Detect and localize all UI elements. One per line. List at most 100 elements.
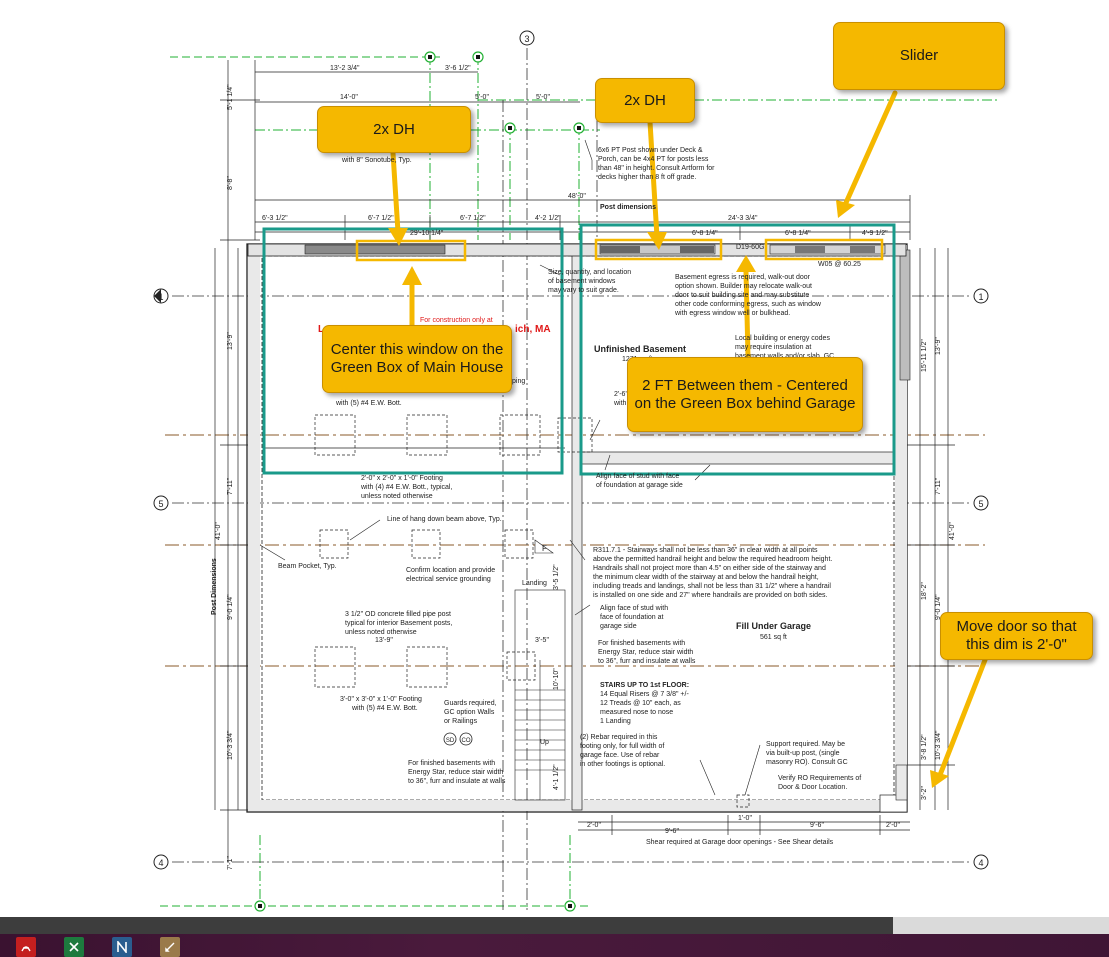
- dim-text: 4'-1 1/2": [553, 764, 560, 790]
- grid-label: 3: [524, 34, 529, 44]
- dim-text: 9'-0 1/4": [227, 594, 234, 620]
- note-text: Porch, can be 4x4 PT for posts less: [598, 156, 709, 163]
- dim-text: 7'-11": [227, 477, 234, 495]
- room-label: Fill Under Garage: [736, 621, 811, 631]
- callout-center-window: Center this window on the Green Box of M…: [322, 325, 512, 393]
- dim-text: 13'-9": [227, 332, 234, 350]
- dim-text: 4'-2 1/2": [535, 215, 561, 222]
- note-text: or Railings: [444, 718, 478, 725]
- code-note: is installed on one side and 27" where h…: [593, 592, 827, 599]
- app-n-icon[interactable]: [112, 937, 132, 957]
- dim-text: 9'-6": [665, 828, 679, 835]
- sd-label: SD: [446, 738, 455, 744]
- grid-bubble-1-right: 1: [973, 288, 989, 304]
- note-text: footing only, for full width of: [580, 743, 664, 750]
- note-text: Align face of stud with face: [596, 473, 679, 480]
- window-tag: D19-60G: [736, 244, 764, 251]
- excel-icon[interactable]: [64, 937, 84, 957]
- note-text: Size, quantity, and location: [548, 269, 631, 276]
- note-text: Landing: [522, 580, 547, 587]
- dim-text: 6'-3 1/2": [262, 215, 288, 222]
- dim-text: 41'-0": [215, 522, 222, 540]
- grid-bubble-1-left: 1: [153, 288, 169, 304]
- note-text: STAIRS UP TO 1st FLOOR:: [600, 682, 689, 689]
- dim-text: 13'-9": [375, 637, 393, 644]
- note-text: GC option Walls: [444, 709, 495, 716]
- dim-text: 3'-2": [921, 786, 928, 800]
- note-text: with egress window well or bulkhead.: [674, 310, 790, 317]
- dim-text: 29'-10 1/4": [410, 230, 444, 237]
- dim-text: 10'-3 3/4": [227, 730, 234, 760]
- grid-label: 1: [158, 292, 163, 302]
- dim-text: 1'-0": [738, 815, 752, 822]
- dim-text: 41'-0": [949, 522, 956, 540]
- note-text: measured nose to nose: [600, 709, 673, 716]
- note-text: 3 1/2" OD concrete filled pipe post: [345, 611, 451, 618]
- callout-slider: Slider: [833, 22, 1005, 90]
- dim-text: 5'-0": [536, 94, 550, 101]
- stair-tag: F: [542, 544, 547, 553]
- floor-plan-drawing: 1 1 5 5 4 4 3 13'-2 3/4" 3'-6 1/2" 14'-0…: [153, 30, 1000, 912]
- dim-text: 5'-0": [475, 94, 489, 101]
- co-label: CO: [462, 738, 471, 744]
- dim-text: 6'-7 1/2": [460, 215, 486, 222]
- note-text: Line of hang down beam above, Typ.: [387, 516, 502, 523]
- note-text: with: [613, 400, 627, 407]
- dim-text: 24'-3 3/4": [728, 215, 758, 222]
- note-text: unless noted otherwise: [361, 493, 433, 500]
- dim-text: 3'-6 1/2": [445, 65, 471, 72]
- dim-text: 10'-3 3/4": [935, 730, 942, 760]
- app-pencil-icon[interactable]: [160, 937, 180, 957]
- note-text: may vary to suit grade.: [548, 287, 619, 294]
- grid-label: 4: [978, 858, 983, 868]
- note-text: than 48" in height. Consult Artform for: [598, 165, 715, 172]
- note-text: For finished basements with: [598, 640, 685, 647]
- callout-move-door: Move door so that this dim is 2'-0": [940, 612, 1093, 660]
- dim-text: 3'-5": [535, 637, 549, 644]
- dim-text: 9'-6": [810, 822, 824, 829]
- code-note: R311.7.1 - Stairways shall not be less t…: [593, 547, 818, 554]
- grid-bubble-4-right: 4: [973, 854, 989, 870]
- callout-2x-dh-garage: 2x DH: [595, 78, 695, 123]
- note-text: garage face. Use of rebar: [580, 752, 660, 759]
- callout-2ft-between: 2 FT Between them - Centered on the Gree…: [627, 357, 863, 432]
- window-tag: W05 @ 60.25: [818, 261, 861, 268]
- note-text: to 36", furr and insulate at walls: [598, 658, 696, 665]
- callout-2x-dh-main: 2x DH: [317, 106, 471, 153]
- note-text: Align face of stud with: [600, 605, 668, 612]
- note-text: with (4) #4 E.W. Bott., typical,: [360, 484, 452, 491]
- note-text: 6x6 PT Post shown under Deck &: [598, 147, 703, 154]
- dim-text: 7'-11": [935, 477, 942, 495]
- note-text: option shown. Builder may relocate walk-…: [675, 283, 812, 290]
- note-text: ping: [512, 378, 525, 385]
- dim-text: Post Dimensions: [211, 558, 218, 615]
- dim-text: 2'-0": [886, 822, 900, 829]
- grid-label: 4: [158, 858, 163, 868]
- grid-bubble-5-left: 5: [153, 495, 169, 511]
- red-note: For construction only at: [420, 317, 493, 324]
- scrollbar-thumb[interactable]: [0, 917, 893, 934]
- note-text: Basement egress is required, walk-out do…: [675, 274, 811, 281]
- note-text: with 8" Sonotube, Typ.: [341, 157, 412, 164]
- note-text: decks higher than 8 ft off grade.: [598, 174, 696, 181]
- note-text: face of foundation at: [600, 614, 663, 621]
- note-text: other code conforming egress, such as wi…: [675, 301, 822, 308]
- grid-bubble-5-right: 5: [973, 495, 989, 511]
- room-area: 561 sq ft: [760, 634, 787, 641]
- code-note: above the permitted handrail height and …: [593, 556, 832, 563]
- dim-text: 6'-7 1/2": [368, 215, 394, 222]
- grid-label: 1: [978, 292, 983, 302]
- grid-label: 5: [978, 499, 983, 509]
- note-text: of foundation at garage side: [596, 482, 683, 489]
- pdf-viewer[interactable]: 1 1 5 5 4 4 3 13'-2 3/4" 3'-6 1/2" 14'-0…: [0, 0, 1109, 917]
- pdf-icon[interactable]: [16, 937, 36, 957]
- note-text: Up: [540, 739, 549, 746]
- note-text: 1 Landing: [600, 718, 631, 725]
- note-text: 14 Equal Risers @ 7 3/8" +/-: [600, 691, 689, 698]
- note-text: Shear required at Garage door openings -…: [646, 839, 834, 846]
- smoke-detector-symbol: SD: [443, 732, 457, 746]
- dim-text: 10'-10": [553, 668, 560, 690]
- dim-text: 6'-8 1/4": [692, 230, 718, 237]
- dim-text: 15'-11 1/2": [921, 339, 928, 372]
- dim-text: 3'-5 1/2": [553, 564, 560, 590]
